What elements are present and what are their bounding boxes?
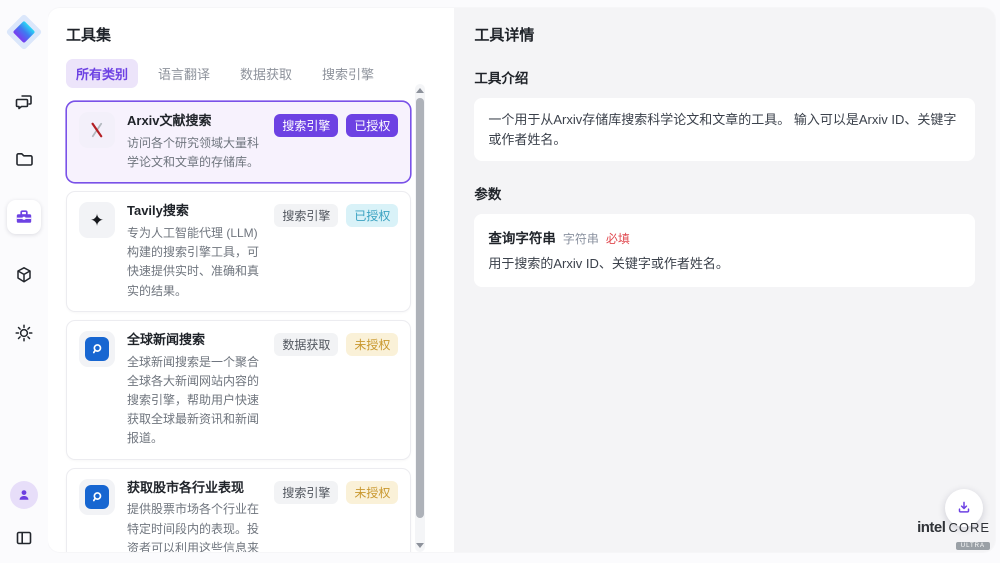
user-icon — [16, 487, 32, 503]
tool-name: Tavily搜索 — [127, 202, 262, 221]
chat-icon — [14, 91, 34, 111]
folder-icon — [14, 149, 34, 169]
tab-language-translation[interactable]: 语言翻译 — [148, 59, 220, 88]
tool-card-global-news[interactable]: 全球新闻搜索 全球新闻搜索是一个聚合全球各大新闻网站内容的搜索引擎，帮助用户快速… — [66, 320, 411, 460]
tool-name: 获取股市各行业表现 — [127, 479, 262, 498]
tool-description: 访问各个研究领域大量科学论文和文章的存储库。 — [127, 134, 262, 172]
intro-card: 一个用于从Arxiv存储库搜索科学论文和文章的工具。 输入可以是Arxiv ID… — [474, 98, 975, 161]
rail-item-cube[interactable] — [7, 258, 41, 292]
download-icon — [955, 499, 973, 517]
toolbox-icon — [14, 207, 34, 227]
scroll-down-arrow-icon[interactable] — [416, 543, 424, 548]
auth-status-badge: 未授权 — [346, 481, 398, 504]
intro-heading: 工具介绍 — [474, 67, 975, 87]
tool-description: 提供股票市场各个行业在特定时间段内的表现。投资者可以利用这些信息来识别表现优于或… — [127, 500, 262, 552]
tool-name: Arxiv文献搜索 — [127, 112, 262, 131]
param-card: 查询字符串 字符串 必填 用于搜索的Arxiv ID、关键字或作者姓名。 — [474, 214, 975, 287]
tool-description: 全球新闻搜索是一个聚合全球各大新闻网站内容的搜索引擎，帮助用户快速获取全球最新资… — [127, 353, 262, 449]
app-logo — [9, 17, 39, 47]
param-type: 字符串 — [563, 230, 599, 247]
gear-icon — [14, 323, 34, 343]
panel-layout-icon — [14, 528, 34, 548]
rail-item-folder[interactable] — [7, 142, 41, 176]
tool-description: 专为人工智能代理 (LLM) 构建的搜索引擎工具，可快速提供实时、准确和真实的结… — [127, 224, 262, 301]
param-description: 用于搜索的Arxiv ID、关键字或作者姓名。 — [488, 254, 961, 274]
user-avatar[interactable] — [10, 481, 38, 509]
detail-title: 工具详情 — [474, 24, 975, 45]
sparkle-icon: ✦ — [79, 202, 115, 238]
main-content: 工具集 所有类别 语言翻译 数据获取 搜索引擎 Arxiv文献搜索 访问各个研究… — [48, 8, 995, 552]
tab-search-engine[interactable]: 搜索引擎 — [312, 59, 384, 88]
intel-core-logo: intel CORE ULTRA — [917, 520, 990, 551]
tool-card-tavily[interactable]: ✦ Tavily搜索 专为人工智能代理 (LLM) 构建的搜索引擎工具，可快速提… — [66, 191, 411, 312]
core-logo-text: CORE — [948, 521, 990, 534]
tool-list: Arxiv文献搜索 访问各个研究领域大量科学论文和文章的存储库。 搜索引擎 已授… — [66, 101, 411, 552]
tool-card-arxiv[interactable]: Arxiv文献搜索 访问各个研究领域大量科学论文和文章的存储库。 搜索引擎 已授… — [66, 101, 411, 183]
category-badge: 搜索引擎 — [274, 204, 338, 227]
scrollbar-thumb[interactable] — [416, 98, 424, 518]
auth-status-badge: 已授权 — [346, 204, 398, 227]
news-search-icon — [85, 485, 109, 509]
page-title: 工具集 — [66, 24, 411, 45]
category-badge: 数据获取 — [274, 333, 338, 356]
arxiv-x-icon — [79, 112, 115, 148]
auth-status-badge: 未授权 — [346, 333, 398, 356]
tab-data-fetch[interactable]: 数据获取 — [230, 59, 302, 88]
tool-name: 全球新闻搜索 — [127, 331, 262, 350]
category-badge: 搜索引擎 — [274, 481, 338, 504]
tool-list-panel: 工具集 所有类别 语言翻译 数据获取 搜索引擎 Arxiv文献搜索 访问各个研究… — [48, 8, 454, 552]
news-search-icon — [85, 337, 109, 361]
list-scrollbar[interactable] — [415, 84, 425, 552]
param-name: 查询字符串 — [488, 227, 556, 247]
category-tabs: 所有类别 语言翻译 数据获取 搜索引擎 — [66, 59, 411, 88]
rail-item-chat[interactable] — [7, 84, 41, 118]
rail-item-settings[interactable] — [7, 316, 41, 350]
rail-item-toolbox[interactable] — [7, 200, 41, 234]
params-heading: 参数 — [474, 183, 975, 203]
left-rail — [0, 0, 48, 563]
tool-card-sector-performance[interactable]: 获取股市各行业表现 提供股票市场各个行业在特定时间段内的表现。投资者可以利用这些… — [66, 468, 411, 552]
ultra-badge: ULTRA — [956, 542, 990, 550]
auth-status-badge: 已授权 — [346, 114, 398, 137]
scroll-up-arrow-icon[interactable] — [416, 88, 424, 93]
cube-icon — [14, 265, 34, 285]
intel-logo-text: intel — [917, 520, 945, 535]
collapse-panel-button[interactable] — [7, 521, 41, 555]
tab-all-categories[interactable]: 所有类别 — [66, 59, 138, 88]
tool-detail-panel: 工具详情 工具介绍 一个用于从Arxiv存储库搜索科学论文和文章的工具。 输入可… — [454, 8, 995, 552]
param-required-flag: 必填 — [606, 230, 630, 247]
category-badge: 搜索引擎 — [274, 114, 338, 137]
